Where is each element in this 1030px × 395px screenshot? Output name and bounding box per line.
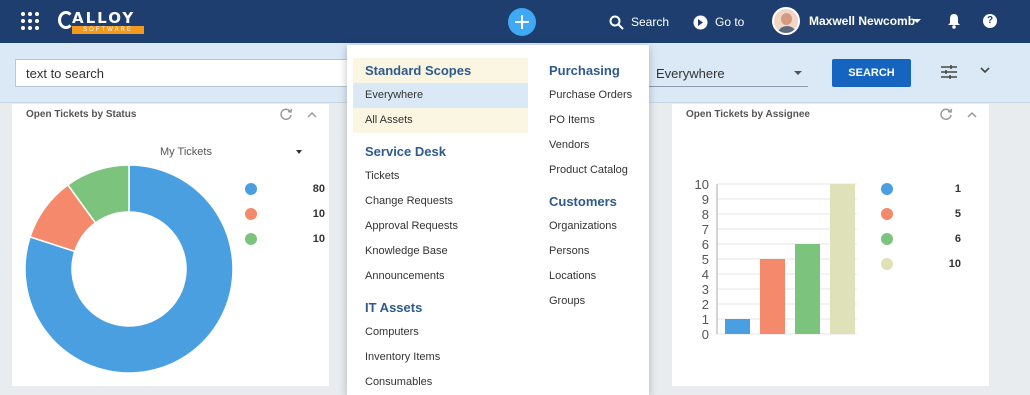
user-menu-chevron-icon[interactable]	[913, 19, 921, 23]
widget-title: Open Tickets by Assignee	[686, 109, 810, 120]
collapse-chevron-icon[interactable]	[307, 111, 317, 118]
y-tick-label: 4	[702, 267, 709, 282]
filter-dropdown-chevron-icon[interactable]	[296, 150, 302, 154]
refresh-icon[interactable]	[279, 107, 293, 121]
menu-item-approval-requests[interactable]: Approval Requests	[353, 214, 528, 239]
y-tick-label: 6	[702, 237, 709, 252]
menu-column-left: Standard Scopes Everywhere All Assets Servi…	[353, 58, 528, 395]
y-tick-label: 1	[702, 312, 709, 327]
legend-row[interactable]: 5	[881, 207, 961, 221]
menu-item-everywhere[interactable]: Everywhere	[353, 83, 528, 108]
expand-chevron-icon[interactable]	[980, 67, 990, 74]
bell-icon[interactable]	[947, 13, 961, 29]
menu-item-change-requests[interactable]: Change Requests	[353, 189, 528, 214]
legend-value: 6	[954, 233, 961, 245]
menu-item-locations[interactable]: Locations	[537, 264, 647, 289]
collapse-chevron-icon[interactable]	[967, 111, 977, 118]
apps-grid-icon[interactable]	[21, 12, 39, 30]
legend-value: 10	[312, 208, 325, 220]
legend-value: 10	[312, 233, 325, 245]
legend-value: 80	[312, 183, 325, 195]
legend-value: 5	[954, 208, 961, 220]
header-search-label: Search	[631, 15, 670, 29]
legend-value: 1	[954, 183, 961, 195]
menu-item-tickets[interactable]: Tickets	[353, 164, 528, 189]
help-icon[interactable]: ?	[983, 14, 997, 28]
legend-row[interactable]: 10	[881, 257, 961, 271]
menu-item-inventory-items[interactable]: Inventory Items	[353, 345, 528, 370]
y-tick-label: 7	[702, 222, 709, 237]
menu-heading-it-assets: IT Assets	[365, 300, 423, 315]
legend-swatch	[881, 208, 893, 220]
menu-item-po-items[interactable]: PO Items	[537, 108, 647, 133]
user-name[interactable]: Maxwell Newcomb	[809, 14, 915, 28]
bar[interactable]	[760, 259, 785, 334]
legend-swatch	[881, 233, 893, 245]
menu-item-knowledge-base[interactable]: Knowledge Base	[353, 239, 528, 264]
legend-row[interactable]: 10	[245, 232, 325, 246]
legend-value: 10	[948, 258, 961, 270]
menu-item-purchase-orders[interactable]: Purchase Orders	[537, 83, 647, 108]
y-tick-label: 0	[702, 327, 709, 342]
top-bar: ALLOY SOFTWARE Search Go to Maxwell Newc…	[0, 0, 1030, 43]
header-search-button[interactable]: Search	[609, 12, 669, 32]
filter-settings-icon[interactable]	[941, 65, 957, 79]
menu-item-consumables[interactable]: Consumables	[353, 370, 528, 395]
scope-select-value: Everywhere	[656, 66, 725, 81]
y-tick-label: 9	[702, 192, 709, 207]
legend-swatch	[881, 183, 893, 195]
header-goto-button[interactable]: Go to	[693, 12, 744, 32]
add-new-button[interactable]	[508, 8, 536, 36]
y-tick-label: 3	[702, 282, 709, 297]
logo-text: ALLOY	[72, 9, 136, 27]
menu-item-vendors[interactable]: Vendors	[537, 133, 647, 158]
menu-item-announcements[interactable]: Announcements	[353, 264, 528, 289]
legend-row[interactable]: 1	[881, 182, 961, 196]
menu-item-computers[interactable]: Computers	[353, 320, 528, 345]
legend-swatch	[881, 258, 893, 270]
bar[interactable]	[795, 244, 820, 334]
scope-mega-menu: Standard Scopes Everywhere All Assets Servi…	[347, 45, 649, 395]
y-tick-label: 10	[695, 177, 709, 192]
alloy-logo[interactable]: ALLOY SOFTWARE	[58, 9, 148, 35]
search-icon	[609, 15, 624, 30]
assignee-bar-chart: 012345678910	[695, 177, 857, 342]
widget-open-tickets-by-status: Open Tickets by Status My Tickets 80 10 10	[12, 104, 329, 386]
y-tick-label: 8	[702, 207, 709, 222]
scope-select[interactable]: Everywhere	[648, 59, 808, 87]
menu-item-persons[interactable]: Persons	[537, 239, 647, 264]
user-avatar[interactable]	[772, 7, 800, 35]
menu-column-right: Purchasing Purchase Orders PO Items Vendors…	[537, 58, 647, 314]
menu-heading-standard-scopes: Standard Scopes	[353, 58, 528, 83]
menu-heading-service-desk: Service Desk	[365, 144, 446, 159]
menu-item-groups[interactable]: Groups	[537, 289, 647, 314]
menu-heading-customers: Customers	[549, 194, 617, 209]
menu-heading-purchasing: Purchasing	[549, 63, 620, 78]
header-goto-label: Go to	[715, 15, 745, 29]
bar[interactable]	[830, 184, 855, 334]
legend-swatch	[245, 208, 257, 220]
logo-subtext: SOFTWARE	[72, 26, 144, 34]
legend-swatch	[245, 233, 257, 245]
menu-item-product-catalog[interactable]: Product Catalog	[537, 158, 647, 183]
goto-icon	[693, 15, 708, 29]
legend-row[interactable]: 80	[245, 182, 325, 196]
menu-item-all-assets[interactable]: All Assets	[353, 108, 528, 133]
search-input[interactable]	[15, 59, 355, 87]
chevron-down-icon	[794, 71, 802, 75]
refresh-icon[interactable]	[939, 107, 953, 121]
ticket-filter-value[interactable]: My Tickets	[160, 146, 212, 158]
bar[interactable]	[725, 319, 750, 334]
status-donut-chart	[24, 164, 234, 374]
legend-swatch	[245, 183, 257, 195]
legend-row[interactable]: 10	[245, 207, 325, 221]
y-tick-label: 5	[702, 252, 709, 267]
widget-open-tickets-by-assignee: Open Tickets by Assignee 0 1 2 3 4 5 6 7 8 9 10 15…	[672, 104, 989, 386]
search-button[interactable]: SEARCH	[832, 59, 911, 87]
legend-row[interactable]: 6	[881, 232, 961, 246]
y-tick-label: 2	[702, 297, 709, 312]
menu-item-organizations[interactable]: Organizations	[537, 214, 647, 239]
widget-title: Open Tickets by Status	[26, 109, 137, 120]
